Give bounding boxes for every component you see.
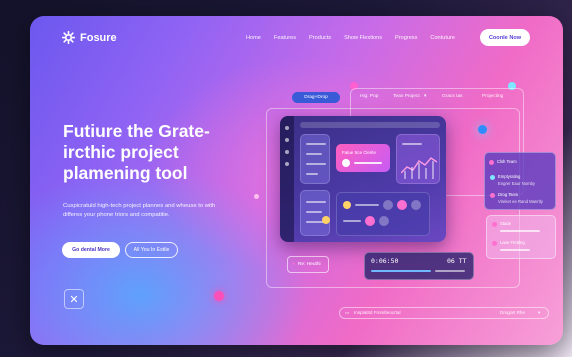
status-icon — [492, 222, 497, 227]
controls-card — [336, 192, 430, 236]
timer-right: 06 TT — [447, 257, 467, 265]
nav-item-home[interactable]: Home — [246, 35, 261, 41]
timer-widget: 0:06:50 06 TT — [364, 252, 474, 280]
task-card — [300, 190, 330, 236]
brand-logo[interactable]: Fosure — [62, 31, 117, 44]
gear-icon — [62, 31, 75, 44]
status-panel: Stade Lane Fretting — [486, 215, 556, 259]
sidebar-icon[interactable] — [285, 150, 289, 154]
brand-name: Fosure — [80, 31, 117, 44]
status-item1: Stade — [500, 221, 511, 226]
sidebar-icon[interactable] — [285, 126, 289, 130]
ghost-action-button[interactable]: ● Re: Heuthi — [287, 256, 329, 273]
tab-tean-project[interactable]: Tean Project — [393, 94, 420, 99]
drag-drop-pill[interactable]: Drag+Drop — [292, 92, 340, 103]
team-item1-sub: Engrer Eaur Nomby — [498, 181, 536, 186]
close-icon[interactable]: ✕ — [64, 289, 84, 309]
footer-bar-right[interactable]: Drogort Rhe — [500, 310, 525, 315]
item-icon — [490, 175, 495, 180]
primary-cta-button[interactable]: Go dental More — [62, 242, 120, 258]
bottom-input-bar[interactable]: ▭ Insplatitd Frnmlteocrtal Drogort Rhe ▾ — [339, 307, 549, 319]
chevron-down-icon[interactable]: ▾ — [538, 310, 540, 316]
sidebar-icon[interactable] — [285, 138, 289, 142]
status-item2: Lane Fretting — [500, 240, 525, 245]
team-item2-sub: Vireket ee Rand Manrtly — [498, 199, 543, 204]
status-dot — [342, 159, 350, 167]
heart-icon: ● — [292, 262, 295, 267]
action-icon-2[interactable] — [365, 216, 375, 226]
mini-line-chart — [401, 157, 437, 179]
nav-item-contuture[interactable]: Contuture — [430, 35, 455, 41]
main-nav: Home Features Products Show Flextions Pr… — [246, 35, 468, 41]
team-panel: Clsh Team Emptyrating Engrer Eaur Nomby … — [484, 152, 556, 210]
toggle-icon[interactable] — [343, 201, 351, 209]
team-panel-title: Clsh Team — [497, 159, 517, 164]
dashboard-search-bar[interactable] — [300, 122, 440, 128]
action-icon[interactable] — [397, 200, 407, 210]
highlight-card[interactable]: Fatue Sce Clerite — [336, 144, 390, 172]
team-item2-title: Drog Tsem — [498, 192, 519, 197]
decor-dot-yellow — [322, 216, 330, 224]
highlight-card-title: Fatue Sce Clerite — [342, 150, 376, 155]
landing-page-frame: Fosure Home Features Products Show Flext… — [30, 16, 563, 345]
nav-item-products[interactable]: Products — [309, 35, 331, 41]
decor-dot-small — [254, 194, 259, 199]
timer-left: 0:06:50 — [371, 257, 399, 265]
status-icon — [492, 241, 497, 246]
user-icon[interactable] — [411, 200, 421, 210]
nav-item-show-flextions[interactable]: Show Flextions — [344, 35, 382, 41]
action-icon-3[interactable] — [379, 216, 389, 226]
hero-headline: Futiure the Grate-ircthic project plamen… — [63, 121, 210, 183]
item-icon — [490, 193, 495, 198]
team-icon — [489, 160, 494, 165]
dashboard-window: Fatue Sce Clerite — [280, 116, 446, 242]
sidebar-icon[interactable] — [285, 162, 289, 166]
secondary-cta-button[interactable]: All You In Estile — [125, 242, 178, 258]
hero-subtext: Cuspicratuld high-tech project plannes a… — [63, 203, 216, 218]
dashboard-sidebar — [280, 116, 294, 242]
tab-projecting[interactable]: Projecting — [482, 94, 503, 99]
footer-bar-icon: ▭ — [345, 310, 350, 315]
header-cta-button[interactable]: Coonle Now — [480, 29, 530, 46]
team-item1-title: Emptyrating — [498, 174, 521, 179]
tab-hig-pop[interactable]: Hig: Pop — [360, 94, 378, 99]
nav-item-features[interactable]: Features — [274, 35, 296, 41]
settings-icon[interactable] — [383, 200, 393, 210]
list-card — [300, 134, 330, 184]
chevron-down-icon: ▾ — [424, 94, 427, 99]
decor-dot-magenta — [214, 291, 224, 301]
chart-card — [396, 134, 440, 184]
ghost-action-label: Re: Heuthi — [297, 262, 321, 267]
footer-bar-left: Insplatitd Frnmlteocrtal — [354, 310, 401, 315]
nav-item-progress[interactable]: Progress — [395, 35, 417, 41]
tab-gracs-tas[interactable]: Gracs tas — [442, 94, 463, 99]
